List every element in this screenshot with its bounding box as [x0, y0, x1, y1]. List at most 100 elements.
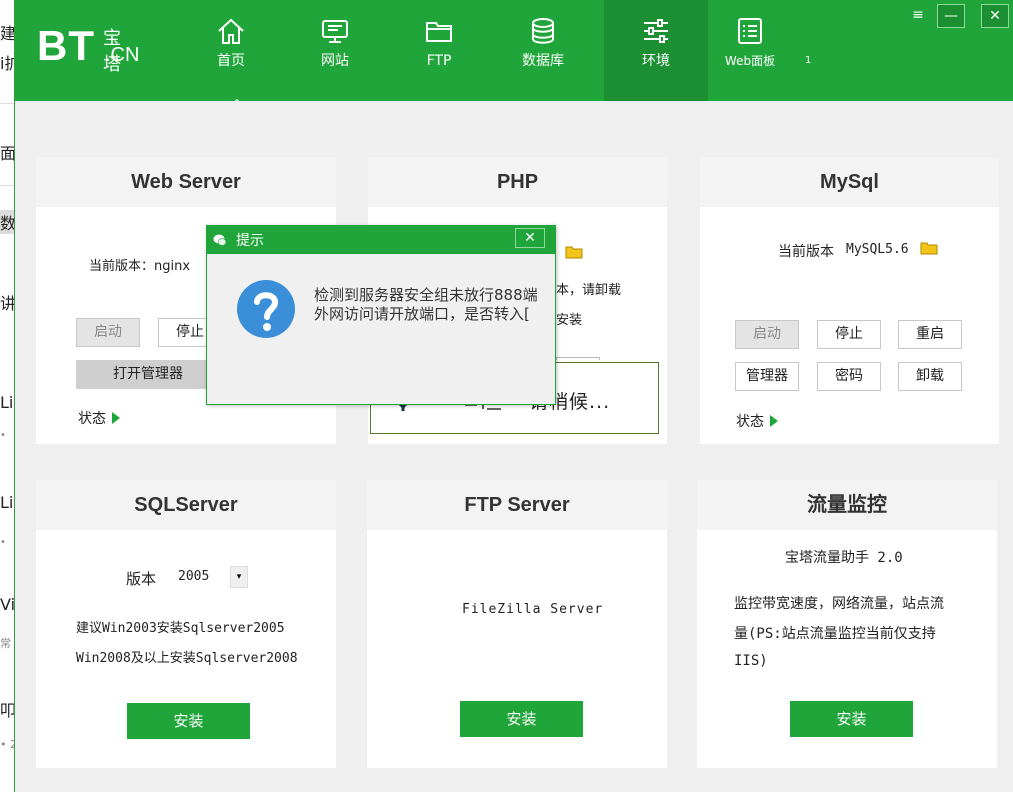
ghost-list-icon: [735, 94, 765, 101]
bg-fragment: Lir: [0, 393, 15, 412]
prompt-dialog: 提示 ✕ 检测到服务器安全组未放行888端 外网访问请开放端口，是否转入[: [206, 225, 556, 405]
traffic-product: 宝塔流量助手 2.0: [785, 550, 903, 566]
card-title: 流量监控: [697, 480, 997, 530]
traffic-desc: IIS): [734, 653, 768, 669]
web-server-start-button[interactable]: 启动: [76, 318, 140, 347]
nav-label: FTP: [426, 53, 452, 69]
nav-environment[interactable]: 环境: [604, 0, 708, 101]
logo-text: BT: [37, 22, 95, 69]
mysql-card: MySql 当前版本 MySQL5.6 启动 停止 重启 管理器 密码 卸载 状…: [700, 157, 999, 444]
bg-fragment: 讲: [0, 294, 15, 313]
play-icon: [112, 412, 120, 424]
dialog-title: 提示: [236, 233, 264, 249]
home-icon: [218, 18, 244, 44]
ghost-home-icon: [222, 94, 252, 101]
nav-label: 数据库: [522, 53, 564, 69]
sqlserver-note: Win2008及以上安装Sqlserver2008: [76, 651, 298, 666]
background-window: 建 i扩 面 数 讲 Lir • Lir • Vi 常 叩 • 2: [0, 0, 15, 792]
nav-website[interactable]: 网站: [283, 6, 387, 86]
mysql-password-button[interactable]: 密码: [817, 362, 881, 391]
bg-fragment: •: [0, 430, 6, 441]
traffic-desc: 量(PS:站点流量监控当前仅支持: [734, 626, 936, 642]
nav-label: 网站: [321, 53, 349, 69]
sqlserver-version-select[interactable]: 2005 ▾: [176, 566, 248, 588]
nav-home[interactable]: 首页: [179, 6, 283, 86]
bg-fragment: •: [0, 537, 6, 548]
bg-fragment: Lir: [0, 493, 15, 512]
web-server-version: 当前版本：nginx: [89, 259, 191, 274]
sliders-icon: [644, 19, 668, 43]
mysql-version-value: MySQL5.6: [846, 242, 909, 257]
web-server-status[interactable]: 状态: [78, 408, 120, 428]
folder-icon: [426, 22, 452, 42]
dialog-message: 外网访问请开放端口，是否转入[: [314, 305, 530, 323]
nav-label: 首页: [217, 53, 245, 69]
status-label: 状态: [78, 411, 106, 427]
traffic-desc: 监控带宽速度，网络流量，站点流: [734, 596, 944, 612]
mysql-stop-button[interactable]: 停止: [817, 320, 881, 349]
bt-logo: BT 宝塔 .CN: [37, 22, 139, 75]
chevron-down-icon: ▾: [230, 566, 248, 588]
database-icon: [532, 18, 554, 44]
card-title: MySql: [700, 157, 999, 207]
question-icon: [237, 280, 295, 338]
dialog-close-button[interactable]: ✕: [515, 228, 545, 248]
ftp-install-button[interactable]: 安装: [460, 701, 583, 737]
window-menu-button[interactable]: ≡: [904, 4, 932, 28]
traffic-install-button[interactable]: 安装: [790, 701, 913, 737]
bg-fragment: i扩: [0, 54, 15, 73]
dialog-titlebar: 提示 ✕: [207, 226, 555, 254]
ghost-monitor-icon: [320, 94, 350, 101]
bg-fragment: 建: [0, 24, 15, 43]
card-title: FTP Server: [367, 480, 667, 530]
nav-label: 环境: [642, 53, 670, 69]
sqlserver-install-button[interactable]: 安装: [127, 703, 250, 739]
mysql-status[interactable]: 状态: [736, 411, 778, 431]
mysql-restart-button[interactable]: 重启: [898, 320, 962, 349]
status-label: 状态: [736, 414, 764, 430]
top-nav-bar: BT 宝塔 .CN 首页 网站 FTP 数据库 环境 Web面板 1 ≡ — ✕: [15, 0, 1013, 101]
sqlserver-note: 建议Win2003安装Sqlserver2005: [76, 621, 285, 636]
nav-web-panel[interactable]: Web面板: [698, 6, 802, 86]
mysql-manager-button[interactable]: 管理器: [735, 362, 799, 391]
sqlserver-card: SQLServer 版本 2005 ▾ 建议Win2003安装Sqlserver…: [36, 480, 336, 768]
php-button-edge: [556, 357, 600, 360]
window-close-button[interactable]: ✕: [981, 4, 1009, 28]
ftp-server-card: FTP Server FileZilla Server 安装: [367, 480, 667, 768]
nav-label: Web面板: [724, 54, 776, 68]
bg-fragment: 数: [0, 210, 15, 234]
card-title: PHP: [368, 157, 667, 207]
chat-bubble-icon: [213, 234, 227, 246]
logo-sub-bottom: .CN: [105, 44, 140, 66]
list-icon: [738, 18, 762, 44]
nav-database[interactable]: 数据库: [491, 6, 595, 86]
bg-fragment: • 2: [0, 738, 15, 751]
php-partial-text: 安装: [556, 313, 583, 328]
php-folder-icon[interactable]: [565, 245, 583, 259]
window-minimize-button[interactable]: —: [937, 4, 965, 28]
bg-fragment: Vi: [0, 595, 15, 614]
monitor-icon: [322, 20, 348, 43]
php-partial-text: 本，请卸载: [556, 283, 622, 298]
ghost-database-icon: [527, 94, 557, 101]
mysql-folder-icon[interactable]: [920, 241, 938, 255]
ghost-folder-icon: [423, 94, 453, 101]
dialog-message: 检测到服务器安全组未放行888端: [314, 286, 538, 304]
mysql-start-button[interactable]: 启动: [735, 320, 799, 349]
bg-fragment: 常: [0, 637, 11, 650]
card-title: SQLServer: [36, 480, 336, 530]
web-server-open-manager-button[interactable]: 打开管理器: [76, 360, 220, 389]
traffic-monitor-card: 流量监控 宝塔流量助手 2.0 监控带宽速度，网络流量，站点流 量(PS:站点流…: [697, 480, 997, 768]
sqlserver-version-value: 2005: [178, 569, 210, 584]
ftp-product: FileZilla Server: [462, 602, 604, 617]
nav-extra-marker: 1: [805, 55, 812, 66]
bg-fragment: 叩: [0, 701, 15, 720]
bt-panel-window: BT 宝塔 .CN 首页 网站 FTP 数据库 环境 Web面板 1 ≡ — ✕…: [14, 0, 1013, 792]
sqlserver-version-label: 版本: [126, 570, 157, 588]
play-icon: [770, 415, 778, 427]
nav-ftp[interactable]: FTP: [387, 6, 491, 86]
card-title: Web Server: [36, 157, 336, 207]
mysql-uninstall-button[interactable]: 卸载: [898, 362, 962, 391]
bg-fragment: 面: [0, 144, 15, 163]
mysql-version-label: 当前版本: [778, 244, 834, 260]
